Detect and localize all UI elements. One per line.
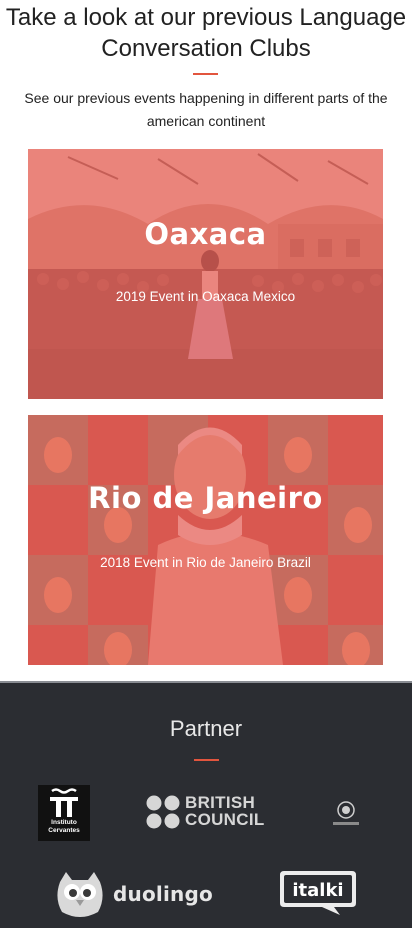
british-council-text: BRITISH COUNCIL [185,793,265,829]
instituto-cervantes-logo[interactable]: Instituto Cervantes [38,785,90,841]
card-overlay [28,149,383,399]
card-overlay [28,415,383,665]
partner-divider [194,759,219,761]
partner-title: Partner [169,716,243,741]
italki-logo[interactable]: italki [278,869,358,915]
event-card-oaxaca[interactable]: Oaxaca 2019 Event in Oaxaca Mexico [28,149,383,399]
title-divider [193,73,218,75]
event-card-rio-de-janeiro[interactable]: Rio de Janeiro 2018 Event in Rio de Jane… [28,415,383,665]
british-council-dots-icon [146,795,180,829]
british-council-logo[interactable]: BRITISH COUNCIL [145,794,270,830]
duolingo-text: duolingo [113,882,213,906]
italki-text: italki [292,880,343,901]
event-city-title: Oaxaca [144,217,267,251]
cervantes-name: Instituto Cervantes [48,819,80,834]
duolingo-logo[interactable]: duolingo [52,868,213,920]
seal-partner-logo[interactable] [326,798,366,828]
event-city-title: Rio de Janeiro [88,481,323,515]
partner-footer: Partner Instituto Cervantes BRITISH COUN… [0,681,412,928]
section-subtitle: See our previous events happening in dif… [24,90,388,129]
cervantes-mark-icon [50,788,78,817]
event-description: 2019 Event in Oaxaca Mexico [115,289,296,304]
events-section: Take a look at our previous Language Con… [0,0,412,681]
section-title: Take a look at our previous Language Con… [5,4,407,62]
seal-logo-icon [333,801,359,825]
duolingo-owl-icon [57,872,103,917]
italki-bubble-icon: italki [280,871,356,915]
event-description: 2018 Event in Rio de Janeiro Brazil [100,555,311,570]
